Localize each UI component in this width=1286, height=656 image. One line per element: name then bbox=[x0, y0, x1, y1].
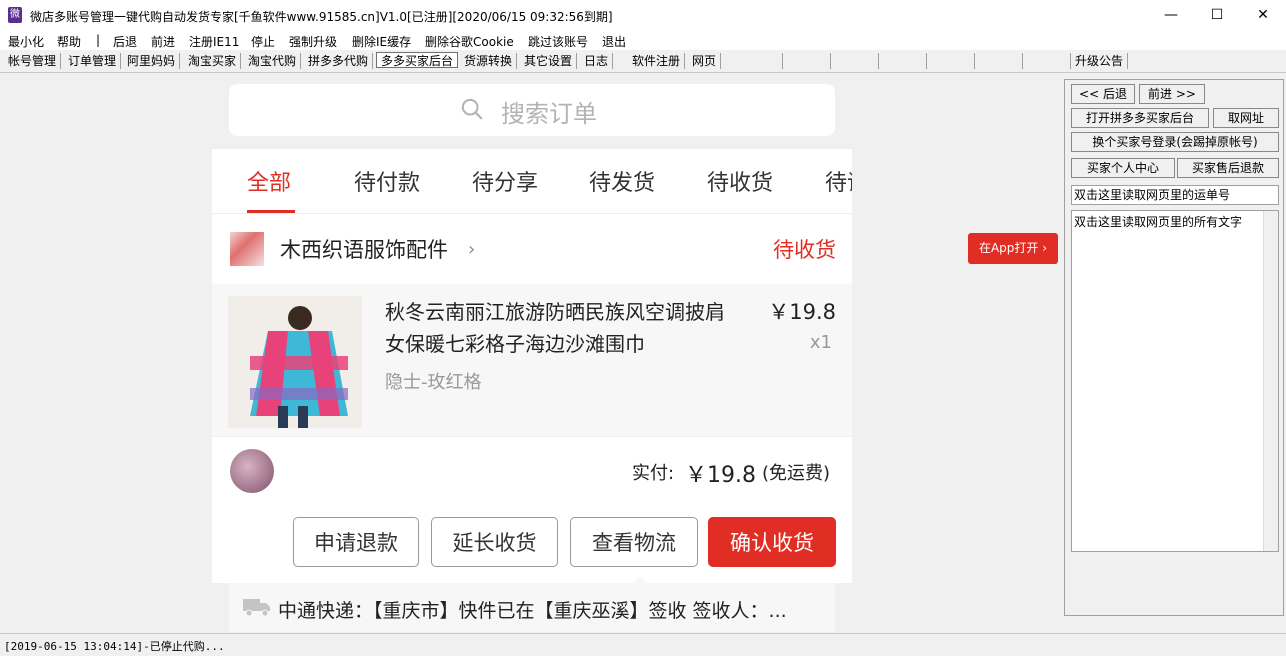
menu-register-ie11[interactable]: 注册IE11 bbox=[189, 33, 239, 50]
forward-button[interactable]: 前进 >> bbox=[1139, 84, 1205, 104]
open-in-app-button[interactable]: 在App打开 › bbox=[968, 233, 1058, 264]
product-image bbox=[228, 296, 362, 428]
tab-empty-2[interactable] bbox=[783, 53, 831, 69]
logistics-text: 中通快递：【重庆市】快件已在【重庆巫溪】签收 签收人：... bbox=[278, 600, 787, 622]
confirm-receipt-button[interactable]: 确认收货 bbox=[708, 517, 836, 567]
tracking-number-field[interactable]: 双击这里读取网页里的运单号 bbox=[1071, 185, 1279, 205]
search-box[interactable]: 搜索订单 bbox=[229, 84, 835, 136]
tab-account-manage[interactable]: 帐号管理 bbox=[4, 53, 62, 69]
tab-log[interactable]: 日志 bbox=[580, 53, 614, 69]
control-panel: << 后退 前进 >> 打开拼多多买家后台 取网址 换个买家号登录(会踢掉原帐号… bbox=[1064, 79, 1284, 616]
view-logistics-button[interactable]: 查看物流 bbox=[570, 517, 698, 567]
tab-order-manage[interactable]: 订单管理 bbox=[64, 53, 122, 69]
tab-upgrade-notice[interactable]: 升级公告 bbox=[1071, 53, 1129, 69]
web-browser: 搜索订单 全部 待付款 待分享 待发货 待收货 待评价 木西织语服饰配件 › 待… bbox=[1, 73, 1063, 632]
order-item[interactable]: 秋冬云南丽江旅游防晒民族风空调披肩女保暖七彩格子海边沙滩围巾 隐士-玫红格 ￥1… bbox=[212, 284, 852, 436]
order-actions: 申请退款 延长收货 查看物流 确认收货 bbox=[212, 505, 852, 587]
menu-back[interactable]: 后退 bbox=[113, 33, 137, 50]
shipping-note: (免运费) bbox=[762, 463, 831, 484]
order-tab-unpaid[interactable]: 待付款 bbox=[354, 165, 420, 197]
title-bar: 微 微店多账号管理一键代购自动发货专家[千鱼软件www.91585.cn]V1.… bbox=[0, 0, 1286, 31]
menu-exit[interactable]: 退出 bbox=[602, 33, 626, 50]
menu-clear-ie-cache[interactable]: 删除IE缓存 bbox=[352, 33, 411, 50]
app-icon: 微 bbox=[8, 7, 22, 23]
shop-header[interactable]: 木西织语服饰配件 › 待收货 bbox=[212, 214, 852, 284]
menu-clear-chrome-cookie[interactable]: 删除谷歌Cookie bbox=[425, 33, 514, 50]
window-title: 微店多账号管理一键代购自动发货专家[千鱼软件www.91585.cn]V1.0[… bbox=[30, 10, 613, 24]
personal-center-button[interactable]: 买家个人中心 bbox=[1071, 158, 1175, 178]
close-button[interactable]: ✕ bbox=[1240, 0, 1286, 31]
order-status-tabs: 全部 待付款 待分享 待发货 待收货 待评价 bbox=[212, 149, 852, 214]
maximize-button[interactable]: ☐ bbox=[1194, 0, 1240, 31]
menu-force-upgrade[interactable]: 强制升级 bbox=[289, 33, 337, 50]
tab-source-convert[interactable]: 货源转换 bbox=[460, 53, 518, 69]
tab-empty-5[interactable] bbox=[927, 53, 975, 69]
tab-alimama[interactable]: 阿里妈妈 bbox=[123, 53, 181, 69]
product-photo-illustration bbox=[228, 296, 362, 428]
tab-empty-4[interactable] bbox=[879, 53, 927, 69]
product-title[interactable]: 秋冬云南丽江旅游防晒民族风空调披肩女保暖七彩格子海边沙滩围巾 bbox=[385, 296, 725, 360]
tab-bar: 帐号管理 订单管理 阿里妈妈 淘宝买家 淘宝代购 拼多多代购 多多买家后台 货源… bbox=[0, 50, 1286, 73]
back-button[interactable]: << 后退 bbox=[1071, 84, 1135, 104]
status-text: [2019-06-15 13:04:14]-已停止代购... bbox=[4, 640, 225, 653]
tab-taobao-buyer[interactable]: 淘宝买家 bbox=[184, 53, 242, 69]
paid-label: 实付: bbox=[632, 463, 675, 484]
order-tab-to-review[interactable]: 待评价 bbox=[825, 165, 852, 197]
active-tab-indicator bbox=[247, 210, 295, 213]
status-bar: [2019-06-15 13:04:14]-已停止代购... bbox=[0, 633, 1286, 656]
avatar bbox=[230, 449, 274, 493]
menu-bar: 最小化 帮助 | 后退 前进 注册IE11 停止 强制升级 删除IE缓存 删除谷… bbox=[0, 31, 1286, 50]
paid-amount: ￥19.8 bbox=[685, 463, 756, 488]
tab-software-register[interactable]: 软件注册 bbox=[628, 53, 686, 69]
shop-name[interactable]: 木西织语服饰配件 bbox=[280, 234, 448, 264]
tab-pdd-agent[interactable]: 拼多多代购 bbox=[304, 53, 374, 69]
order-tab-to-share[interactable]: 待分享 bbox=[472, 165, 538, 197]
menu-help[interactable]: 帮助 bbox=[57, 33, 81, 50]
logistics-info[interactable]: 中通快递：【重庆市】快件已在【重庆巫溪】签收 签收人：... bbox=[229, 583, 835, 632]
order-status: 待收货 bbox=[773, 238, 836, 262]
truck-icon bbox=[243, 599, 270, 617]
menu-minimize[interactable]: 最小化 bbox=[8, 33, 44, 50]
page-text-area[interactable]: 双击这里读取网页里的所有文字 bbox=[1071, 210, 1279, 552]
order-tab-all[interactable]: 全部 bbox=[247, 165, 291, 197]
shop-logo bbox=[230, 232, 264, 266]
after-sale-refund-button[interactable]: 买家售后退款 bbox=[1177, 158, 1279, 178]
switch-account-button[interactable]: 换个买家号登录(会踢掉原帐号) bbox=[1071, 132, 1279, 152]
page-text-hint: 双击这里读取网页里的所有文字 bbox=[1074, 215, 1243, 229]
menu-stop[interactable]: 停止 bbox=[251, 33, 275, 50]
order-tab-to-ship[interactable]: 待发货 bbox=[589, 165, 655, 197]
tab-empty-7[interactable] bbox=[1023, 53, 1071, 69]
menu-skip-account[interactable]: 跳过该账号 bbox=[528, 33, 588, 50]
tab-other-settings[interactable]: 其它设置 bbox=[520, 53, 578, 69]
payment-summary: 实付: ￥19.8 (免运费) bbox=[212, 437, 852, 506]
open-pdd-backend-button[interactable]: 打开拼多多买家后台 bbox=[1071, 108, 1209, 128]
product-price: ￥19.8 bbox=[768, 300, 836, 324]
tab-pdd-buyer-backend[interactable]: 多多买家后台 bbox=[376, 52, 459, 68]
get-url-button[interactable]: 取网址 bbox=[1213, 108, 1279, 128]
minimize-button[interactable]: — bbox=[1148, 0, 1194, 31]
product-quantity: x1 bbox=[809, 332, 832, 353]
chevron-right-icon: › bbox=[468, 239, 476, 260]
tab-empty-3[interactable] bbox=[831, 53, 879, 69]
search-icon bbox=[461, 98, 483, 120]
tab-webpage[interactable]: 网页 bbox=[688, 53, 722, 69]
search-placeholder: 搜索订单 bbox=[501, 100, 597, 128]
scrollbar[interactable] bbox=[1263, 211, 1278, 551]
product-spec: 隐士-玫红格 bbox=[385, 372, 482, 393]
tab-empty-6[interactable] bbox=[975, 53, 1023, 69]
extend-receipt-button[interactable]: 延长收货 bbox=[431, 517, 558, 567]
request-refund-button[interactable]: 申请退款 bbox=[293, 517, 419, 567]
order-tab-to-receive[interactable]: 待收货 bbox=[707, 165, 773, 197]
menu-separator: | bbox=[96, 33, 101, 47]
tab-empty-1[interactable] bbox=[735, 53, 783, 69]
open-in-app-label: 在App打开 bbox=[978, 241, 1039, 255]
menu-forward[interactable]: 前进 bbox=[151, 33, 175, 50]
tab-taobao-agent[interactable]: 淘宝代购 bbox=[244, 53, 302, 69]
